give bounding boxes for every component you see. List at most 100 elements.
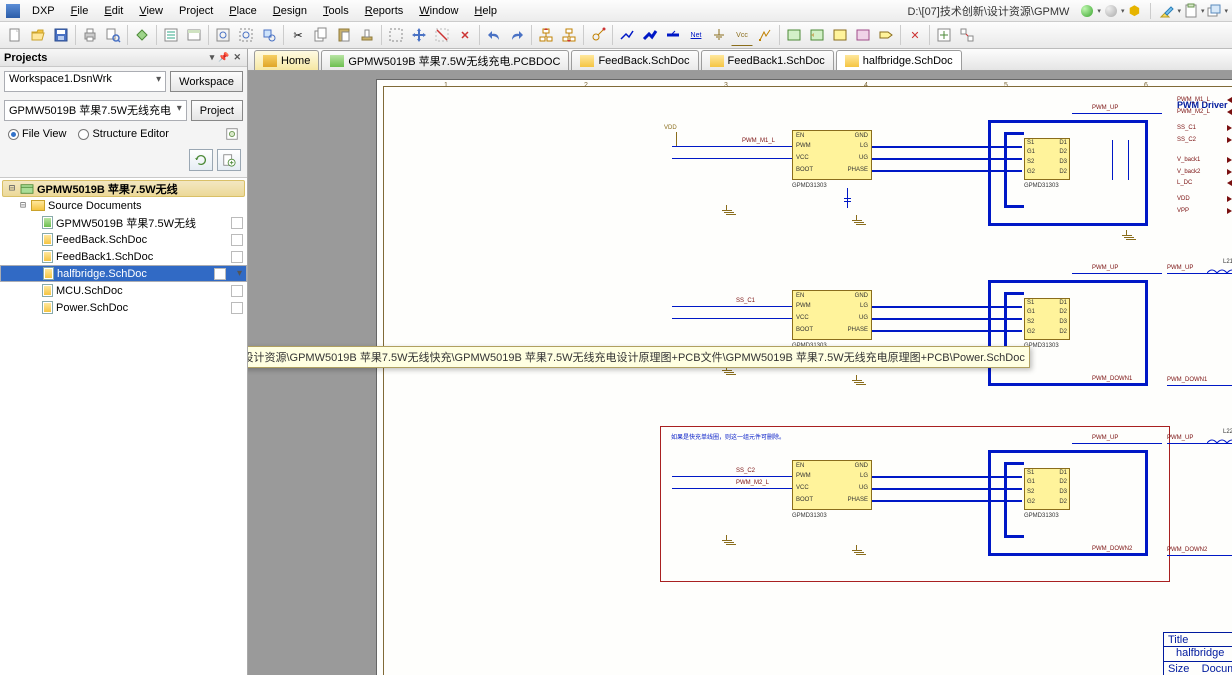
zoom-sel-button[interactable] [258, 24, 280, 46]
title-block: Title halfbridge Size DocumentNumber [1163, 632, 1232, 675]
panel-menu-icon[interactable]: ▾ [208, 52, 217, 63]
menu-help[interactable]: Help [466, 3, 505, 19]
panel-close-icon[interactable]: ✕ [231, 52, 243, 63]
tree-item[interactable]: MCU.SchDoc [0, 282, 247, 299]
gnd-button[interactable] [708, 24, 730, 46]
menu-project[interactable]: Project [171, 3, 221, 19]
doc-status-icon [231, 217, 243, 229]
add-tree-button[interactable] [217, 149, 241, 171]
xref-button[interactable] [956, 24, 978, 46]
tree-item[interactable]: Power.SchDoc [0, 299, 247, 316]
app-menu-dxp[interactable]: DXP [24, 3, 63, 19]
document-tab[interactable]: halfbridge.SchDoc [836, 50, 962, 70]
document-tab[interactable]: FeedBack1.SchDoc [701, 50, 834, 70]
tree-item[interactable]: FeedBack1.SchDoc [0, 248, 247, 265]
doc-options-button[interactable] [160, 24, 182, 46]
project-icon [20, 183, 34, 195]
noeric-button[interactable]: ✕ [904, 24, 926, 46]
cross-probe-button[interactable] [587, 24, 609, 46]
doc-status-icon [231, 302, 243, 314]
port-button[interactable] [875, 24, 897, 46]
sch-doc-icon [710, 55, 724, 67]
hierarchy-up-button[interactable] [535, 24, 557, 46]
panel-pin-icon[interactable]: 📌 [216, 52, 231, 63]
sel-rect-button[interactable] [385, 24, 407, 46]
tree-item[interactable]: GPMW5019B 苹果7.5W无线 [0, 214, 247, 231]
pcb-doc-icon [330, 55, 344, 67]
sheet-button[interactable] [183, 24, 205, 46]
clipboard-button[interactable] [1183, 3, 1199, 19]
document-tab[interactable]: Home [254, 50, 319, 70]
highlight-button[interactable] [1159, 3, 1175, 19]
tree-item[interactable]: FeedBack.SchDoc [0, 231, 247, 248]
layers-button[interactable] [1206, 3, 1222, 19]
clear-button[interactable]: ✕ [454, 24, 476, 46]
menu-edit[interactable]: Edit [96, 3, 131, 19]
menu-tools[interactable]: Tools [315, 3, 357, 19]
sch-doc-icon [42, 284, 53, 297]
document-tab[interactable]: FeedBack.SchDoc [571, 50, 698, 70]
part-button[interactable] [754, 24, 776, 46]
tree-item[interactable]: halfbridge.SchDoc [0, 265, 247, 282]
busentry-button[interactable] [662, 24, 684, 46]
annotate-tools: ▾ ▾ ▾ [1155, 3, 1232, 19]
zoom-fit-button[interactable] [212, 24, 234, 46]
copy-button[interactable] [310, 24, 332, 46]
menu-design[interactable]: Design [265, 3, 315, 19]
refresh-tree-button[interactable] [189, 149, 213, 171]
desel-button[interactable] [431, 24, 453, 46]
netlabel-button[interactable]: Net [685, 24, 707, 46]
wire-button[interactable] [616, 24, 638, 46]
structure-editor-radio[interactable]: Structure Editor [78, 128, 168, 140]
menu-view[interactable]: View [131, 3, 171, 19]
file-view-radio[interactable]: File View [8, 128, 66, 140]
paste-button[interactable] [333, 24, 355, 46]
project-tree[interactable]: ⊟ GPMW5019B 苹果7.5W无线 ⊟ Source Documents … [0, 177, 247, 675]
schematic-sheet: 123456 PWM Driver ENGND PWMLG VCCUG BOOT… [376, 79, 1232, 675]
bus-button[interactable] [639, 24, 661, 46]
project-button[interactable]: Project [191, 100, 243, 121]
schematic-block-2: ENGNDPWMLGVCCUGBOOTPHASE GPMD31303 S1D1G… [392, 270, 1162, 410]
nav-fwd-button[interactable] [1103, 3, 1119, 19]
home-icon: ⬢ [1129, 3, 1140, 19]
undo-button[interactable] [483, 24, 505, 46]
tab-label: GPMW5019B 苹果7.5W无线充电.PCBDOC [348, 53, 560, 69]
cut-button[interactable]: ✂ [287, 24, 309, 46]
stamp-button[interactable] [356, 24, 378, 46]
compile-button[interactable] [131, 24, 153, 46]
zoom-area-button[interactable] [235, 24, 257, 46]
document-tab[interactable]: GPMW5019B 苹果7.5W无线充电.PCBDOC [321, 50, 569, 70]
project-field[interactable]: GPMW5019B 苹果7.5W无线充电 [4, 100, 187, 121]
panel-settings-icon[interactable] [225, 127, 239, 141]
nav-home-button[interactable]: ⬢ [1126, 3, 1142, 19]
sheetentry-button[interactable] [806, 24, 828, 46]
tree-group[interactable]: ⊟ Source Documents [0, 197, 247, 214]
hierarchy-dn-button[interactable] [558, 24, 580, 46]
schematic-canvas[interactable]: 123456 PWM Driver ENGND PWMLG VCCUG BOOT… [248, 71, 1232, 675]
menu-file[interactable]: File [63, 3, 97, 19]
workspace-select[interactable]: Workspace1.DsnWrk [4, 71, 166, 92]
ic-switch-1: S1D1 G1D2 S2D3 G2D2 [1024, 138, 1070, 180]
tree-root[interactable]: ⊟ GPMW5019B 苹果7.5W无线 [2, 180, 245, 197]
new-button[interactable] [4, 24, 26, 46]
menu-place[interactable]: Place [221, 3, 265, 19]
document-tabstrip: Home GPMW5019B 苹果7.5W无线充电.PCBDOC FeedBack.… [248, 49, 1232, 71]
workspace-button[interactable]: Workspace [170, 71, 243, 92]
menu-reports[interactable]: Reports [357, 3, 412, 19]
vcc-button[interactable]: Vcc [731, 24, 753, 46]
tree-group-label: Source Documents [48, 200, 142, 212]
move-button[interactable] [408, 24, 430, 46]
sheetsym-button[interactable] [783, 24, 805, 46]
save-button[interactable] [50, 24, 72, 46]
print-button[interactable] [79, 24, 101, 46]
doc-status-icon [214, 268, 226, 280]
preview-button[interactable] [102, 24, 124, 46]
menu-window[interactable]: Window [411, 3, 466, 19]
browse-button[interactable] [933, 24, 955, 46]
nav-back-button[interactable] [1079, 3, 1095, 19]
tree-item-label: Power.SchDoc [56, 302, 128, 314]
devsheet-button[interactable] [829, 24, 851, 46]
redo-button[interactable] [506, 24, 528, 46]
open-button[interactable] [27, 24, 49, 46]
harness-button[interactable] [852, 24, 874, 46]
